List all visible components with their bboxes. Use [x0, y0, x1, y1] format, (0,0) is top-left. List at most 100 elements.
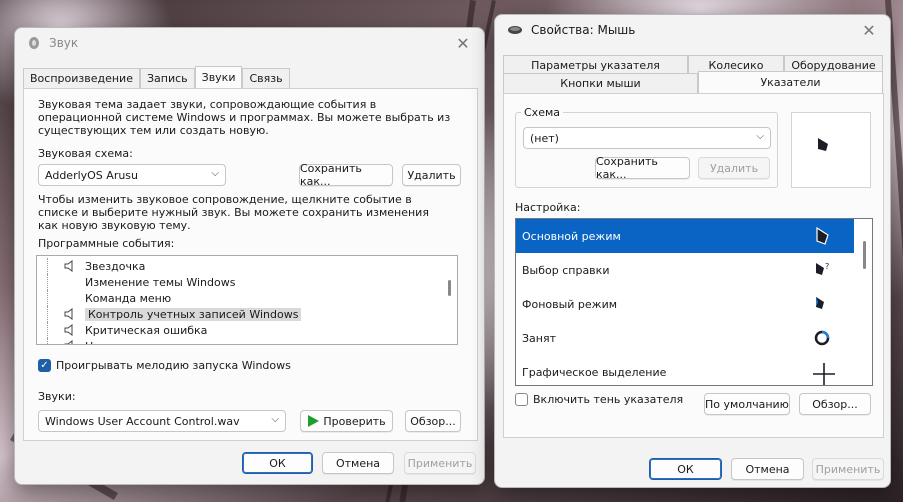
help-pointer-icon: ? — [812, 260, 832, 280]
browse-button[interactable]: Обзор... — [405, 410, 461, 432]
event-label: Критическая ошибка — [85, 323, 208, 337]
pointer-row-label: Графическое выделение — [522, 365, 667, 379]
mouse-app-icon — [508, 26, 522, 34]
tree-line — [47, 338, 59, 344]
browse-button[interactable]: Обзор... — [799, 393, 871, 415]
tab-pointer-options[interactable]: Параметры указателя — [503, 55, 688, 75]
blank-icon — [63, 275, 77, 289]
pointer-row[interactable]: Выбор справки? — [516, 253, 854, 287]
event-label: Напоминание календаря — [85, 340, 230, 345]
program-events-label: Программные события: — [38, 237, 175, 250]
crosshair-icon — [812, 362, 835, 385]
tab-sounds[interactable]: Звуки — [194, 66, 243, 88]
pointer-row[interactable]: Основной режим — [516, 219, 854, 253]
tree-line — [47, 306, 59, 322]
startup-sound-checkbox[interactable]: ✓ Проигрывать мелодию запуска Windows — [38, 359, 291, 372]
pointer-preview — [791, 112, 871, 188]
ok-button[interactable]: ОК — [242, 452, 313, 474]
unchecked-box — [515, 393, 528, 406]
close-icon[interactable]: ✕ — [454, 34, 472, 53]
pointer-row-label: Фоновый режим — [522, 297, 618, 311]
sounds-label: Звуки: — [38, 390, 76, 403]
program-events-list[interactable]: Звездочка Изменение темы Windows Команда м… — [36, 255, 458, 345]
tab-pointers[interactable]: Указатели — [698, 71, 883, 93]
event-label: Контроль учетных записей Windows — [85, 307, 302, 321]
tab-communications[interactable]: Связь — [242, 68, 290, 88]
save-as-button[interactable]: Сохранить как... — [299, 162, 393, 188]
sound-file-select[interactable]: Windows User Account Control.wav ⌵ — [38, 410, 286, 432]
save-as-button[interactable]: Сохранить как... — [595, 155, 690, 181]
speaker-app-icon — [29, 37, 39, 49]
pointer-scheme-select[interactable]: (нет) ⌵ — [523, 127, 771, 149]
tree-line — [47, 290, 59, 306]
working-pointer-icon — [812, 294, 832, 314]
chevron-down-icon: ⌵ — [211, 168, 219, 179]
event-row[interactable]: Изменение темы Windows — [47, 274, 235, 290]
pointer-shadow-checkbox[interactable]: Включить тень указателя — [515, 393, 683, 406]
mouse-title: Свойства: Мышь — [531, 23, 636, 37]
play-icon — [308, 415, 320, 427]
sound-scheme-label: Звуковая схема: — [38, 147, 133, 160]
pointer-shadow-label: Включить тень указателя — [533, 393, 684, 406]
apply-button[interactable]: Применить — [812, 458, 884, 480]
tree-line — [47, 322, 59, 338]
event-row[interactable]: Звездочка — [47, 258, 145, 274]
pointer-list-scrollbar[interactable] — [863, 241, 866, 269]
pointer-row-label: Основной режим — [522, 229, 621, 243]
cancel-button[interactable]: Отмена — [731, 458, 804, 480]
cancel-button[interactable]: Отмена — [322, 452, 394, 474]
test-sound-button[interactable]: Проверить — [300, 410, 393, 432]
event-row[interactable]: Команда меню — [47, 290, 171, 306]
sound-title: Звук — [49, 36, 79, 50]
speaker-icon — [63, 307, 77, 321]
mouse-titlebar[interactable]: Свойства: Мышь ✕ — [495, 15, 890, 45]
arrow-pointer-icon — [818, 138, 828, 151]
speaker-icon — [63, 339, 77, 344]
change-hint-text: Чтобы изменить звуковое сопровождение, щ… — [38, 193, 429, 232]
blank-icon — [63, 291, 77, 305]
scheme-group-label: Схема — [521, 106, 563, 119]
delete-button[interactable]: Удалить — [698, 157, 770, 179]
arrow-pointer-icon — [812, 226, 832, 246]
event-row[interactable]: Контроль учетных записей Windows — [47, 306, 302, 322]
chevron-down-icon: ⌵ — [756, 131, 764, 142]
event-label: Изменение темы Windows — [85, 275, 236, 289]
event-row[interactable]: Напоминание календаря — [47, 338, 230, 345]
tab-mouse-buttons[interactable]: Кнопки мыши — [503, 73, 698, 93]
pointer-row[interactable]: Графическое выделение — [516, 355, 854, 385]
sound-dialog: Звук ✕ Воспроизведение Запись Звуки Связ… — [14, 27, 485, 485]
tab-playback[interactable]: Воспроизведение — [23, 68, 140, 88]
speaker-icon — [63, 323, 77, 337]
settings-label: Настройка: — [515, 201, 581, 214]
sound-scheme-select[interactable]: AdderlyOS Arusu ⌵ — [38, 164, 226, 186]
test-sound-label: Проверить — [323, 414, 386, 428]
tree-line — [47, 258, 59, 274]
pointers-tab-panel: Схема (нет) ⌵ Сохранить как... Удалить Н… — [503, 93, 884, 438]
event-row[interactable]: Критическая ошибка — [47, 322, 207, 338]
ok-button[interactable]: ОК — [649, 458, 722, 480]
event-label: Команда меню — [85, 291, 172, 305]
pointer-row-label: Занят — [522, 331, 557, 345]
sound-theme-description: Звуковая тема задает звуки, сопровождающ… — [38, 98, 451, 137]
pointer-row-label: Выбор справки — [522, 263, 610, 277]
pointer-list[interactable]: Основной режим Выбор справки? Фоновый режи… — [515, 218, 873, 386]
pointer-scheme-value: (нет) — [530, 131, 559, 145]
sounds-tab-panel: Звуковая тема задает звуки, сопровождающ… — [23, 88, 478, 441]
sound-file-value: Windows User Account Control.wav — [45, 414, 240, 428]
pointer-row[interactable]: Занят — [516, 321, 854, 355]
sound-titlebar[interactable]: Звук ✕ — [15, 28, 484, 58]
mouse-properties-dialog: Свойства: Мышь ✕ Параметры указателя Кол… — [494, 14, 891, 488]
use-default-button[interactable]: По умолчанию — [704, 393, 790, 415]
speaker-icon — [63, 259, 77, 273]
pointer-row[interactable]: Фоновый режим — [516, 287, 854, 321]
delete-button[interactable]: Удалить — [402, 164, 461, 186]
close-icon[interactable]: ✕ — [860, 21, 878, 40]
chevron-down-icon: ⌵ — [271, 414, 279, 425]
tab-recording[interactable]: Запись — [139, 68, 195, 88]
event-label: Звездочка — [85, 259, 146, 273]
apply-button[interactable]: Применить — [404, 452, 476, 474]
busy-ring-icon — [812, 328, 832, 348]
events-scrollbar[interactable] — [448, 280, 451, 296]
tree-line — [47, 274, 59, 290]
sound-scheme-value: AdderlyOS Arusu — [45, 168, 139, 182]
